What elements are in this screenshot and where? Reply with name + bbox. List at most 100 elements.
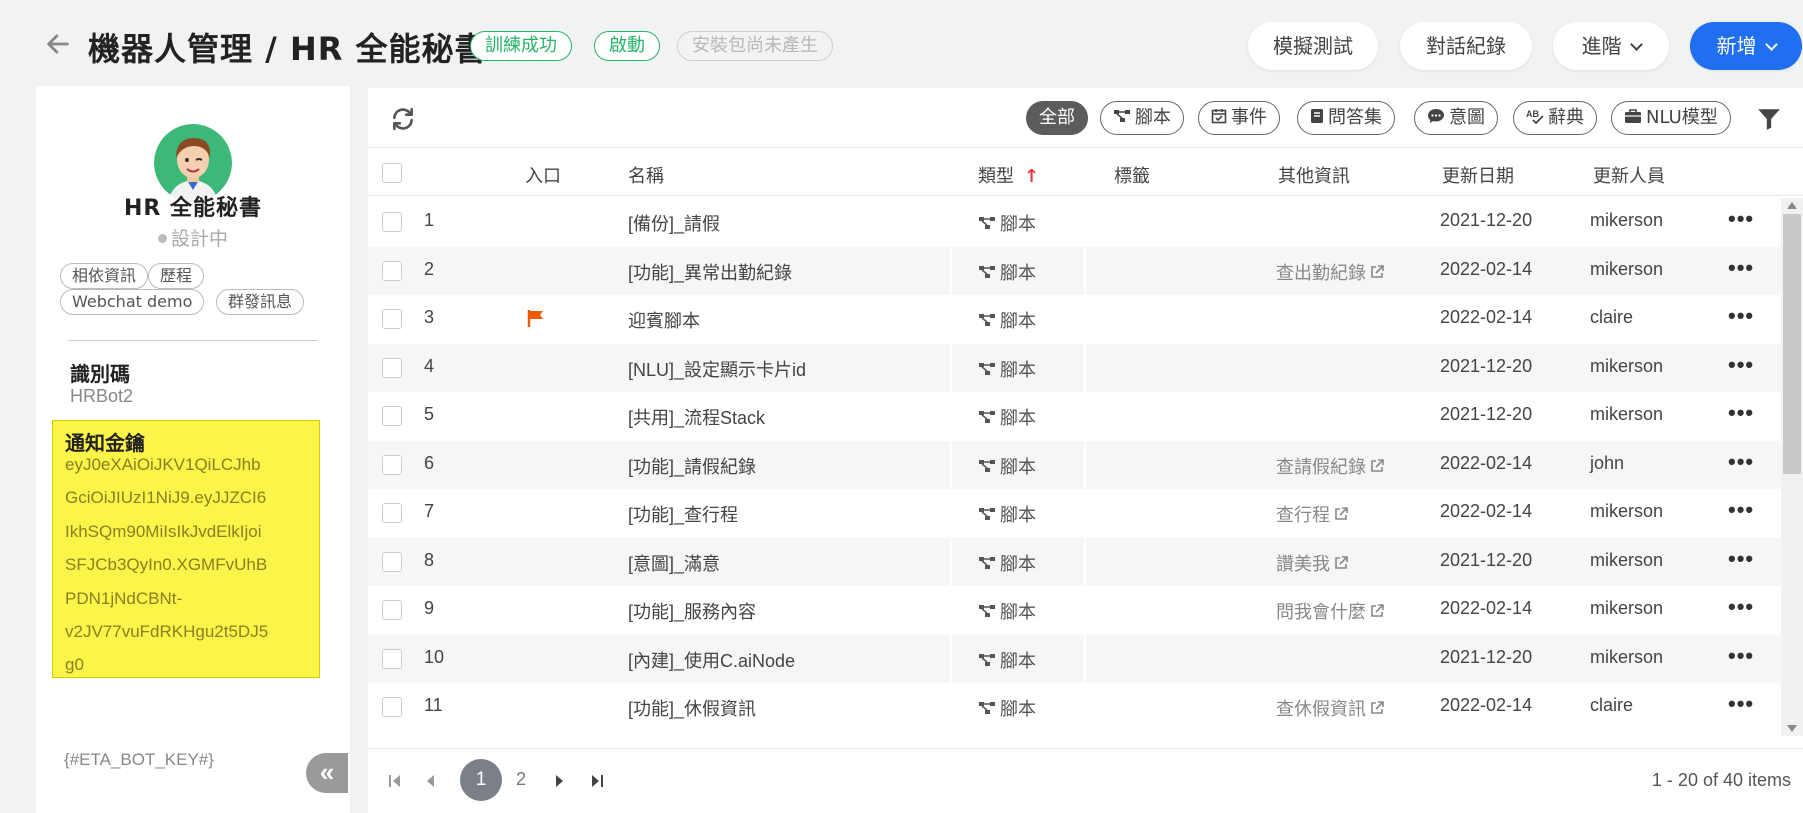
flow-icon (979, 556, 995, 569)
main-panel: 全部 腳本 事件 問答集 意圖 AB 辭典 NLU模型 入口 名稱 類型 ↑ 標籤 … (368, 88, 1803, 813)
col-update-date[interactable]: 更新日期 (1442, 162, 1514, 188)
row-checkbox[interactable] (382, 454, 402, 475)
key-line: v2JV77vuFdRKHgu2t5DJ5 (65, 622, 269, 641)
back-arrow-icon[interactable] (44, 30, 72, 58)
row-name[interactable]: 迎賓腳本 (628, 307, 700, 333)
next-page-icon[interactable] (554, 773, 566, 789)
external-link-icon[interactable] (1370, 458, 1384, 473)
vertical-scrollbar[interactable] (1781, 198, 1803, 736)
external-link-icon[interactable] (1334, 507, 1348, 521)
simulate-test-button[interactable]: 模擬測試 (1248, 22, 1378, 70)
external-link-icon[interactable] (1370, 264, 1384, 279)
row-checkbox[interactable] (382, 309, 402, 329)
col-name[interactable]: 名稱 (628, 162, 664, 188)
table-row[interactable]: 4 [NLU]_設定顯示卡片id 腳本 2021-12-20 mikerson ••• (368, 343, 1781, 392)
collapse-sidebar-button[interactable]: « (306, 753, 348, 793)
box-icon (1625, 109, 1641, 123)
row-checkbox[interactable] (382, 260, 402, 281)
row-checkbox[interactable] (382, 503, 402, 523)
row-checkbox[interactable] (382, 697, 402, 717)
prev-page-icon[interactable] (424, 773, 436, 789)
row-checkbox[interactable] (382, 212, 402, 232)
col-type[interactable]: 類型 ↑ (978, 162, 1039, 188)
col-updated-by[interactable]: 更新人員 (1593, 162, 1665, 188)
table-row[interactable]: 9 [功能]_服務內容 腳本 問我會什麼 2022-02-14 mikerson ••• (368, 586, 1781, 635)
filter-label: 事件 (1231, 107, 1267, 128)
filter-funnel-icon[interactable] (1756, 106, 1782, 132)
external-link-icon[interactable] (1334, 555, 1348, 570)
filter-chip-nlu-model[interactable]: NLU模型 (1611, 101, 1731, 135)
conversation-history-button[interactable]: 對話紀錄 (1400, 22, 1532, 70)
scrollbar-thumb[interactable] (1783, 214, 1801, 474)
page-1-button[interactable]: 1 (460, 759, 502, 801)
row-name[interactable]: [意圖]_滿意 (628, 550, 720, 576)
column-divider (1084, 537, 1086, 586)
more-options-icon[interactable]: ••• (1728, 691, 1754, 717)
tag-broadcast[interactable]: 群發訊息 (216, 289, 305, 315)
row-other-info[interactable]: 讚美我 (1276, 550, 1348, 576)
col-tags[interactable]: 標籤 (1114, 162, 1150, 188)
row-name[interactable]: [功能]_請假紀錄 (628, 453, 756, 479)
column-divider (1084, 489, 1086, 538)
filter-chip-event[interactable]: 事件 (1198, 101, 1280, 135)
filter-chip-intent[interactable]: 意圖 (1414, 101, 1498, 135)
table-row[interactable]: 10 [內建]_使用C.aiNode 腳本 2021-12-20 mikerson ••• (368, 634, 1781, 683)
select-all-checkbox[interactable] (382, 163, 402, 183)
row-checkbox[interactable] (382, 648, 402, 669)
tag-history[interactable]: 歷程 (148, 263, 205, 289)
row-name[interactable]: [功能]_服務內容 (628, 598, 756, 624)
more-options-icon[interactable]: ••• (1728, 449, 1754, 475)
filter-chip-script[interactable]: 腳本 (1100, 101, 1184, 135)
table-row[interactable]: 2 [功能]_異常出勤紀錄 腳本 查出勤紀錄 2022-02-14 mikerson ••• (368, 246, 1781, 295)
row-other-info[interactable]: 查請假紀錄 (1276, 453, 1384, 479)
filter-chip-dictionary[interactable]: AB 辭典 (1513, 101, 1597, 135)
more-options-icon[interactable]: ••• (1728, 643, 1754, 669)
row-checkbox[interactable] (382, 406, 402, 426)
page-2-button[interactable]: 2 (516, 769, 526, 790)
advanced-dropdown-button[interactable]: 進階 (1553, 22, 1669, 70)
more-options-icon[interactable]: ••• (1728, 594, 1754, 620)
tag-webchat-demo[interactable]: Webchat demo (60, 289, 205, 315)
table-row[interactable]: 5 [共用]_流程Stack 腳本 2021-12-20 mikerson ••• (368, 392, 1781, 441)
table-row[interactable]: 6 [功能]_請假紀錄 腳本 查請假紀錄 2022-02-14 john ••• (368, 440, 1781, 489)
row-checkbox[interactable] (382, 357, 402, 378)
refresh-icon[interactable] (390, 106, 416, 132)
table-row[interactable]: 11 [功能]_休假資訊 腳本 查休假資訊 2022-02-14 claire ••• (368, 683, 1781, 732)
row-other-info[interactable]: 查休假資訊 (1276, 695, 1384, 721)
row-other-info[interactable]: 問我會什麼 (1276, 598, 1384, 624)
more-options-icon[interactable]: ••• (1728, 546, 1754, 572)
filter-chip-faq[interactable]: 問答集 (1297, 101, 1395, 135)
scroll-down-icon[interactable] (1787, 725, 1797, 732)
row-other-info[interactable]: 查行程 (1276, 501, 1348, 527)
row-checkbox[interactable] (382, 551, 402, 572)
table-row[interactable]: 7 [功能]_查行程 腳本 查行程 2022-02-14 mikerson ••• (368, 489, 1781, 538)
filter-chip-all[interactable]: 全部 (1026, 101, 1088, 135)
row-name[interactable]: [NLU]_設定顯示卡片id (628, 356, 806, 382)
row-name[interactable]: [功能]_休假資訊 (628, 695, 756, 721)
col-entry[interactable]: 入口 (525, 162, 561, 188)
external-link-icon[interactable] (1370, 701, 1384, 715)
row-name[interactable]: [內建]_使用C.aiNode (628, 647, 795, 673)
col-other-info[interactable]: 其他資訊 (1278, 162, 1350, 188)
last-page-icon[interactable] (590, 773, 604, 789)
row-other-info[interactable]: 查出勤紀錄 (1276, 259, 1384, 285)
more-options-icon[interactable]: ••• (1728, 206, 1754, 232)
table-row[interactable]: 3 迎賓腳本 腳本 2022-02-14 claire ••• (368, 295, 1781, 344)
more-options-icon[interactable]: ••• (1728, 497, 1754, 523)
table-row[interactable]: 8 [意圖]_滿意 腳本 讚美我 2021-12-20 mikerson ••• (368, 537, 1781, 586)
more-options-icon[interactable]: ••• (1728, 400, 1754, 426)
table-row[interactable]: 1 [備份]_請假 腳本 2021-12-20 mikerson ••• (368, 198, 1781, 247)
row-name[interactable]: [功能]_查行程 (628, 501, 738, 527)
row-checkbox[interactable] (382, 600, 402, 620)
more-options-icon[interactable]: ••• (1728, 255, 1754, 281)
more-options-icon[interactable]: ••• (1728, 352, 1754, 378)
row-name[interactable]: [共用]_流程Stack (628, 404, 765, 430)
tag-dependencies[interactable]: 相依資訊 (60, 263, 149, 289)
first-page-icon[interactable] (388, 773, 402, 789)
external-link-icon[interactable] (1370, 604, 1384, 618)
more-options-icon[interactable]: ••• (1728, 303, 1754, 329)
scroll-up-icon[interactable] (1787, 202, 1797, 209)
add-new-button[interactable]: 新增 (1690, 22, 1802, 70)
row-name[interactable]: [備份]_請假 (628, 210, 720, 236)
row-name[interactable]: [功能]_異常出勤紀錄 (628, 259, 792, 285)
